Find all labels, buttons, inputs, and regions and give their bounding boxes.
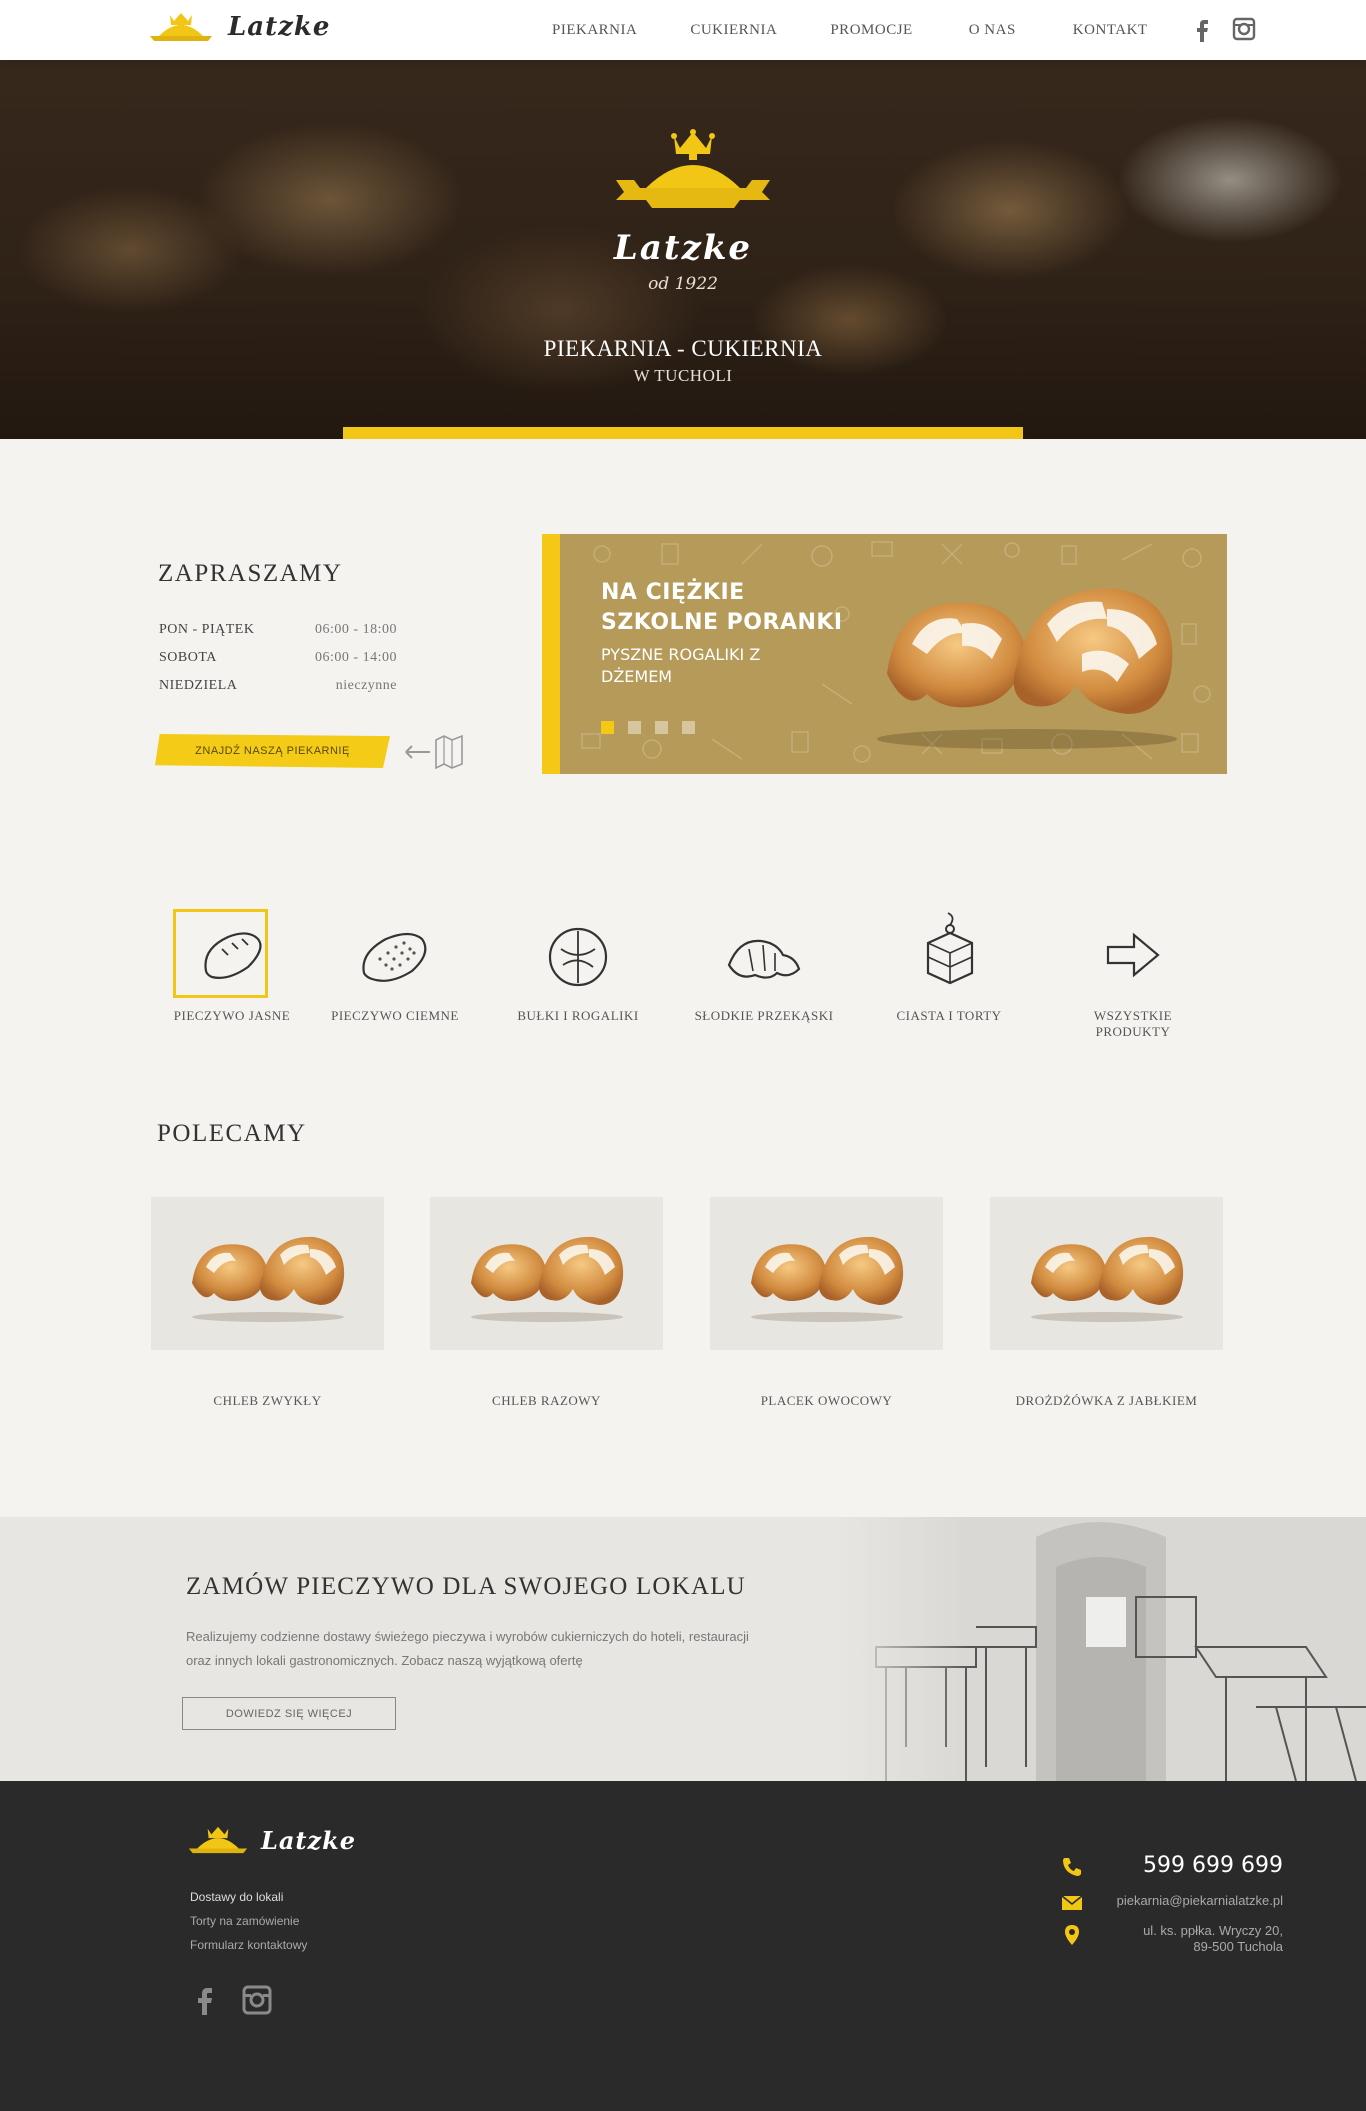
promo-accent-stripe <box>542 534 560 774</box>
hero-banner: Latzke od 1922 PIEKARNIA - CUKIERNIA W T… <box>0 60 1366 439</box>
product-card[interactable]: PLACEK OWOCOWY <box>710 1197 943 1408</box>
social-links <box>1190 16 1256 42</box>
slider-dot-2[interactable] <box>628 721 641 734</box>
address: ul. ks. ppłka. Wryczy 20, 89-500 Tuchola <box>1143 1923 1283 1955</box>
find-bakery-button[interactable]: ZNAJDŹ NASZĄ PIEKARNIĘ <box>155 734 390 768</box>
opening-hours: PON - PIĄTEK 06:00 - 18:00 SOBOTA 06:00 … <box>159 622 397 706</box>
menu-item-kontakt[interactable]: KONTAKT <box>1073 22 1148 39</box>
wholesale-title: ZAMÓW PIECZYWO DLA SWOJEGO LOKALU <box>186 1573 746 1600</box>
map-arrow-icon[interactable] <box>402 732 468 770</box>
address-city: 89-500 Tuchola <box>1193 1939 1283 1954</box>
category-label: PIECZYWO CIEMNE <box>331 1008 459 1023</box>
instagram-icon[interactable] <box>242 1985 272 2015</box>
footer-link-formularz[interactable]: Formularz kontaktowy <box>190 1933 307 1957</box>
product-image <box>990 1197 1223 1350</box>
restaurant-sketch <box>836 1517 1366 1781</box>
hero-since: od 1922 <box>648 274 718 294</box>
hero-location: W TUCHOLI <box>633 366 733 385</box>
hours-title: ZAPRASZAMY <box>158 560 343 587</box>
menu-item-o-nas[interactable]: O NAS <box>969 22 1016 39</box>
dark-bread-icon <box>362 932 427 982</box>
product-photo <box>751 1236 904 1322</box>
wholesale-text: Realizujemy codzienne dostawy świeżego p… <box>186 1629 749 1668</box>
slider-dot-3[interactable] <box>655 721 668 734</box>
product-image <box>151 1197 384 1350</box>
hours-row: NIEDZIELA nieczynne <box>159 678 397 706</box>
hours-day: NIEDZIELA <box>159 678 238 693</box>
brand-logo[interactable]: Latzke <box>148 9 330 45</box>
hero-script-logo: Latzke <box>613 228 753 268</box>
promo-slider[interactable]: NA CIĘŻKIE SZKOLNE PORANKI PYSZNE ROGALI… <box>542 534 1227 774</box>
product-name: PLACEK OWOCOWY <box>760 1393 893 1408</box>
croissant-photo <box>877 588 1177 749</box>
category-label: WSZYSTKIE PRODUKTY <box>1093 1008 1173 1039</box>
product-photo <box>1031 1236 1184 1322</box>
category-label: SŁODKIE PRZEKĄSKI <box>694 1008 834 1023</box>
product-card[interactable]: CHLEB ZWYKŁY <box>151 1197 384 1408</box>
envelope-icon <box>1061 1895 1083 1910</box>
learn-more-button[interactable]: DOWIEDZ SIĘ WIĘCEJ <box>182 1697 396 1730</box>
category-label: BUŁKI I ROGALIKI <box>517 1008 639 1023</box>
menu-item-promocje[interactable]: PROMOCJE <box>830 22 912 39</box>
hero-accent-bar <box>343 427 1023 439</box>
crown-dome-logo <box>616 129 770 208</box>
product-photo <box>471 1236 624 1322</box>
footer: Latzke Dostawy do lokali Torty na zamówi… <box>0 1781 1366 2111</box>
hours-day: PON - PIĄTEK <box>159 622 255 637</box>
wholesale-section: ZAMÓW PIECZYWO DLA SWOJEGO LOKALU Realiz… <box>0 1517 1366 1781</box>
phone-icon <box>1063 1858 1081 1876</box>
slider-dot-1[interactable] <box>601 721 614 734</box>
slider-dot-4[interactable] <box>682 721 695 734</box>
hours-time: 06:00 - 14:00 <box>315 650 397 665</box>
bun-icon <box>548 927 608 987</box>
category-strip: PIECZYWO JASNE PIECZYWO CIEMNE BUŁKI I R… <box>148 905 1218 1039</box>
phone-number[interactable]: 599 699 699 <box>1143 1853 1283 1878</box>
category-label: PIECZYWO JASNE <box>173 1008 291 1023</box>
croissant-icon <box>727 939 801 979</box>
light-bread-icon <box>204 932 262 979</box>
product-name: DROŻDŻÓWKA Z JABŁKIEM <box>1015 1393 1198 1408</box>
footer-brand-name: Latzke <box>261 1825 357 1855</box>
top-navbar: Latzke PIEKARNIA CUKIERNIA PROMOCJE O NA… <box>0 0 1366 60</box>
hours-time: nieczynne <box>335 678 397 693</box>
footer-links: Dostawy do lokali Torty na zamówienie Fo… <box>190 1885 307 1957</box>
main-menu: PIEKARNIA CUKIERNIA PROMOCJE O NAS KONTA… <box>552 0 1148 60</box>
footer-social <box>190 1985 272 2015</box>
hours-day: SOBOTA <box>159 650 217 665</box>
footer-link-torty[interactable]: Torty na zamówienie <box>190 1909 307 1933</box>
category-label: CIASTA I TORTY <box>896 1008 1002 1023</box>
hours-row: SOBOTA 06:00 - 14:00 <box>159 650 397 678</box>
facebook-icon[interactable] <box>190 1985 220 2015</box>
promo-subline: PYSZNE ROGALIKI Z DŻEMEM <box>601 645 761 686</box>
email-address[interactable]: piekarnia@piekarnialatzke.pl <box>1117 1893 1283 1908</box>
recommended-title: POLECAMY <box>157 1120 307 1147</box>
product-photo <box>192 1236 345 1322</box>
instagram-icon[interactable] <box>1232 16 1256 42</box>
slider-dots <box>601 721 695 734</box>
product-name: CHLEB RAZOWY <box>492 1393 601 1408</box>
menu-item-piekarnia[interactable]: PIEKARNIA <box>552 22 637 39</box>
product-card[interactable]: CHLEB RAZOWY <box>430 1197 663 1408</box>
facebook-icon[interactable] <box>1190 16 1214 42</box>
brand-name: Latzke <box>228 12 331 42</box>
menu-item-cukiernia[interactable]: CUKIERNIA <box>690 22 777 39</box>
footer-logo[interactable]: Latzke <box>187 1823 356 1857</box>
product-image <box>430 1197 663 1350</box>
cake-icon <box>926 912 974 985</box>
product-card[interactable]: DROŻDŻÓWKA Z JABŁKIEM <box>990 1197 1223 1408</box>
crown-dome-icon <box>188 1826 248 1854</box>
crown-dome-icon <box>150 13 212 41</box>
hero-tagline: PIEKARNIA - CUKIERNIA <box>543 336 823 361</box>
product-image <box>710 1197 943 1350</box>
footer-link-dostawy[interactable]: Dostawy do lokali <box>190 1885 307 1909</box>
arrow-right-icon <box>1106 932 1160 978</box>
hours-time: 06:00 - 18:00 <box>315 622 397 637</box>
hours-row: PON - PIĄTEK 06:00 - 18:00 <box>159 622 397 650</box>
product-name: CHLEB ZWYKŁY <box>213 1393 322 1408</box>
promo-headline: NA CIĘŻKIE SZKOLNE PORANKI <box>601 580 843 635</box>
address-street: ul. ks. ppłka. Wryczy 20, <box>1143 1923 1283 1938</box>
location-pin-icon <box>1065 1925 1079 1945</box>
